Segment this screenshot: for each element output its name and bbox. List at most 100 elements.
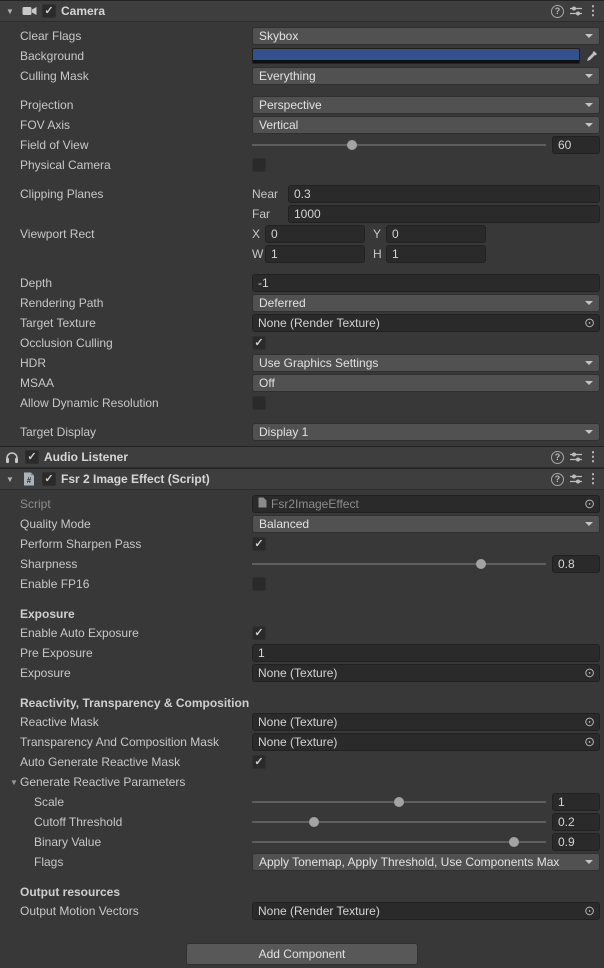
flags-row: Flags Apply Tonemap, Apply Threshold, Us… (0, 852, 604, 872)
target-display-dropdown[interactable]: Display 1 (252, 423, 600, 441)
generate-reactive-parameters-row[interactable]: ▼ Generate Reactive Parameters (0, 772, 604, 792)
camera-enabled-checkbox[interactable]: ✓ (42, 4, 56, 18)
clipping-planes-label: Clipping Planes (20, 187, 252, 201)
slider-knob[interactable] (476, 559, 486, 569)
reactive-mask-field[interactable]: None (Texture) ⊙ (252, 713, 600, 731)
pre-exposure-row: Pre Exposure 1 (0, 643, 604, 663)
field-value: 0.2 (558, 815, 575, 829)
clear-flags-dropdown[interactable]: Skybox (252, 27, 600, 45)
transparency-mask-field[interactable]: None (Texture) ⊙ (252, 733, 600, 751)
pre-exposure-field[interactable]: 1 (252, 644, 600, 662)
check-icon: ✓ (254, 337, 263, 349)
culling-mask-dropdown[interactable]: Everything (252, 67, 600, 85)
target-texture-field[interactable]: None (Render Texture) ⊙ (252, 314, 600, 332)
presets-icon[interactable] (569, 451, 583, 463)
target-display-label: Target Display (20, 425, 252, 439)
allow-dynamic-resolution-label: Allow Dynamic Resolution (20, 396, 252, 410)
eyedropper-icon[interactable] (584, 50, 600, 62)
exposure-field[interactable]: None (Texture) ⊙ (252, 664, 600, 682)
exposure-row: Exposure None (Texture) ⊙ (0, 663, 604, 683)
object-field-value: None (Texture) (258, 666, 578, 680)
x-label: X (252, 227, 265, 241)
foldout-arrow-icon[interactable]: ▼ (4, 7, 16, 16)
field-value: 1 (392, 247, 399, 261)
perform-sharpen-pass-row: Perform Sharpen Pass ✓ (0, 534, 604, 554)
sharpness-slider[interactable] (252, 555, 546, 573)
foldout-arrow-icon[interactable]: ▼ (8, 778, 20, 787)
msaa-dropdown[interactable]: Off (252, 374, 600, 392)
field-of-view-slider[interactable] (252, 136, 546, 154)
output-motion-vectors-field[interactable]: None (Render Texture) ⊙ (252, 902, 600, 920)
presets-icon[interactable] (569, 5, 583, 17)
auto-generate-reactive-mask-checkbox[interactable]: ✓ (252, 755, 266, 769)
audio-listener-component-header[interactable]: ✓ Audio Listener ? ⋮ (0, 446, 604, 468)
occlusion-culling-checkbox[interactable]: ✓ (252, 336, 266, 350)
check-icon: ✓ (254, 756, 263, 768)
sharpness-value-field[interactable]: 0.8 (552, 555, 600, 573)
far-label: Far (252, 207, 288, 221)
fov-axis-dropdown[interactable]: Vertical (252, 116, 600, 134)
audio-listener-enabled-checkbox[interactable]: ✓ (25, 450, 39, 464)
script-field[interactable]: Fsr2ImageEffect ⊙ (252, 495, 600, 513)
check-icon: ✓ (27, 451, 36, 463)
add-component-button[interactable]: Add Component (186, 943, 418, 965)
object-picker-icon[interactable]: ⊙ (582, 666, 597, 680)
exposure-label: Exposure (20, 666, 252, 680)
slider-knob[interactable] (347, 140, 357, 150)
object-field-value: None (Render Texture) (258, 904, 578, 918)
target-texture-row: Target Texture None (Render Texture) ⊙ (0, 313, 604, 333)
viewport-x-field[interactable]: 0 (265, 225, 365, 243)
near-field[interactable]: 0.3 (288, 185, 600, 203)
kebab-menu-icon[interactable]: ⋮ (588, 449, 598, 465)
scale-slider[interactable] (252, 793, 546, 811)
binary-value-slider[interactable] (252, 833, 546, 851)
projection-dropdown[interactable]: Perspective (252, 96, 600, 114)
cutoff-threshold-value-field[interactable]: 0.2 (552, 813, 600, 831)
fsr2-enabled-checkbox[interactable]: ✓ (42, 472, 56, 486)
slider-knob[interactable] (394, 797, 404, 807)
scale-value-field[interactable]: 1 (552, 793, 600, 811)
physical-camera-checkbox[interactable]: ✓ (252, 158, 266, 172)
field-of-view-row: Field of View 60 (0, 135, 604, 155)
far-field[interactable]: 1000 (288, 205, 600, 223)
foldout-arrow-icon[interactable]: ▼ (4, 475, 16, 484)
field-value: 0.3 (294, 187, 311, 201)
slider-knob[interactable] (309, 817, 319, 827)
camera-component-header[interactable]: ▼ ✓ Camera ? ⋮ (0, 0, 604, 22)
help-icon[interactable]: ? (551, 451, 564, 464)
field-value: 0.8 (558, 557, 575, 571)
viewport-h-field[interactable]: 1 (386, 245, 486, 263)
depth-field[interactable]: -1 (252, 274, 600, 292)
object-picker-icon[interactable]: ⊙ (582, 904, 597, 918)
perform-sharpen-pass-checkbox[interactable]: ✓ (252, 537, 266, 551)
viewport-y-field[interactable]: 0 (386, 225, 486, 243)
cutoff-threshold-row: Cutoff Threshold 0.2 (0, 812, 604, 832)
cutoff-threshold-slider[interactable] (252, 813, 546, 831)
help-icon[interactable]: ? (551, 473, 564, 486)
field-value: 0 (271, 227, 278, 241)
hdr-dropdown[interactable]: Use Graphics Settings (252, 354, 600, 372)
object-picker-icon[interactable]: ⊙ (582, 316, 597, 330)
object-picker-icon[interactable]: ⊙ (582, 715, 597, 729)
kebab-menu-icon[interactable]: ⋮ (588, 471, 598, 487)
allow-dynamic-resolution-checkbox[interactable]: ✓ (252, 396, 266, 410)
rendering-path-dropdown[interactable]: Deferred (252, 294, 600, 312)
slider-knob[interactable] (509, 837, 519, 847)
kebab-menu-icon[interactable]: ⋮ (588, 3, 598, 19)
viewport-w-field[interactable]: 1 (265, 245, 365, 263)
help-icon[interactable]: ? (551, 5, 564, 18)
enable-fp16-checkbox[interactable]: ✓ (252, 577, 266, 591)
quality-mode-dropdown[interactable]: Balanced (252, 515, 600, 533)
script-file-icon (258, 497, 267, 511)
script-label: Script (20, 497, 252, 511)
field-of-view-value-field[interactable]: 60 (552, 136, 600, 154)
camera-icon (21, 5, 37, 17)
fsr2-component-header[interactable]: ▼ # ✓ Fsr 2 Image Effect (Script) ? ⋮ (0, 468, 604, 490)
object-picker-icon[interactable]: ⊙ (582, 735, 597, 749)
presets-icon[interactable] (569, 473, 583, 485)
background-color-field[interactable] (252, 48, 580, 64)
enable-auto-exposure-checkbox[interactable]: ✓ (252, 626, 266, 640)
flags-dropdown[interactable]: Apply Tonemap, Apply Threshold, Use Comp… (252, 853, 600, 871)
object-picker-icon[interactable]: ⊙ (582, 497, 597, 511)
binary-value-value-field[interactable]: 0.9 (552, 833, 600, 851)
